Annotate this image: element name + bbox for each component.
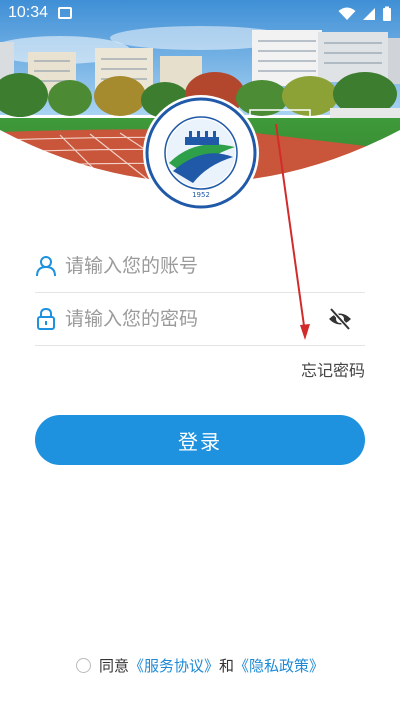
status-bar: 10:34	[0, 0, 400, 28]
agree-radio[interactable]	[75, 658, 91, 673]
logo-year: 1952	[192, 191, 210, 199]
account-field	[35, 240, 365, 293]
login-form: 忘记密码	[35, 240, 365, 380]
gallery-notification-icon	[58, 7, 72, 19]
service-agreement-link[interactable]: 《服务协议》	[129, 657, 219, 675]
password-field	[35, 293, 365, 346]
account-input[interactable]	[65, 255, 305, 277]
wifi-icon	[338, 7, 356, 20]
battery-icon	[383, 6, 391, 21]
lock-icon	[37, 308, 55, 330]
status-time: 10:34	[8, 4, 49, 21]
agree-prefix: 同意	[98, 657, 129, 675]
college-logo: 1952	[145, 97, 257, 209]
password-input[interactable]	[65, 308, 305, 330]
college-emblem: 1952	[145, 97, 257, 209]
agree-and: 和	[219, 657, 235, 675]
signal-icon	[363, 8, 375, 20]
person-icon	[36, 256, 56, 277]
status-icons	[338, 5, 392, 23]
agreement-row: 同意《服务协议》和《隐私政策》	[0, 655, 400, 676]
login-button[interactable]: 登录	[35, 415, 365, 465]
eye-off-icon[interactable]	[327, 306, 353, 332]
forgot-password-link[interactable]: 忘记密码	[301, 357, 365, 381]
privacy-policy-link[interactable]: 《隐私政策》	[234, 657, 324, 675]
